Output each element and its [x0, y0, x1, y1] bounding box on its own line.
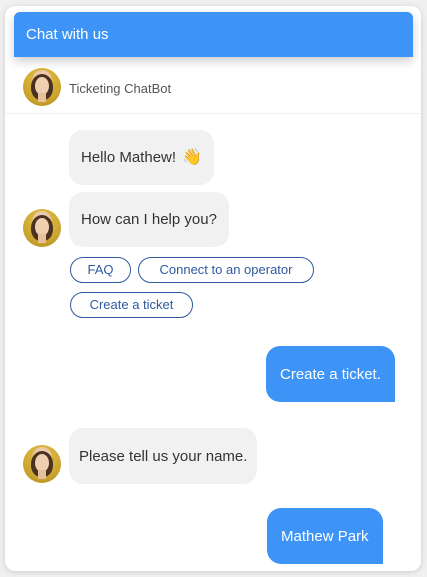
chat-header: Chat with us — [14, 12, 413, 57]
message-text: How can I help you? — [81, 211, 217, 228]
user-message-name: Mathew Park — [267, 508, 383, 564]
agent-bar: Ticketing ChatBot — [5, 60, 421, 114]
chat-widget: Chat with us Ticketing ChatBot Hello Mat… — [5, 6, 421, 571]
bot-avatar — [23, 445, 61, 483]
waving-hand-icon: 👋 — [182, 149, 203, 166]
agent-name: Ticketing ChatBot — [69, 81, 172, 96]
agent-avatar — [23, 68, 61, 106]
avatar-neck-shape — [38, 470, 46, 479]
quick-reply-faq[interactable]: FAQ — [70, 257, 131, 283]
bot-message-help: How can I help you? — [69, 192, 229, 247]
message-text: Create a ticket. — [280, 366, 381, 383]
bot-avatar — [23, 209, 61, 247]
avatar-neck-shape — [38, 234, 46, 243]
message-text: Hello Mathew! — [81, 149, 177, 166]
avatar-neck-shape — [38, 93, 46, 102]
message-text: Please tell us your name. — [79, 448, 248, 465]
bot-message-greeting: Hello Mathew! 👋 — [69, 130, 215, 185]
quick-reply-create-ticket[interactable]: Create a ticket — [70, 292, 193, 318]
bot-message-ask-name: Please tell us your name. — [69, 428, 258, 484]
chat-title: Chat with us — [26, 26, 109, 43]
message-text: Mathew Park — [281, 528, 369, 545]
quick-reply-connect-operator[interactable]: Connect to an operator — [138, 257, 314, 283]
user-message-create-ticket: Create a ticket. — [266, 346, 395, 402]
